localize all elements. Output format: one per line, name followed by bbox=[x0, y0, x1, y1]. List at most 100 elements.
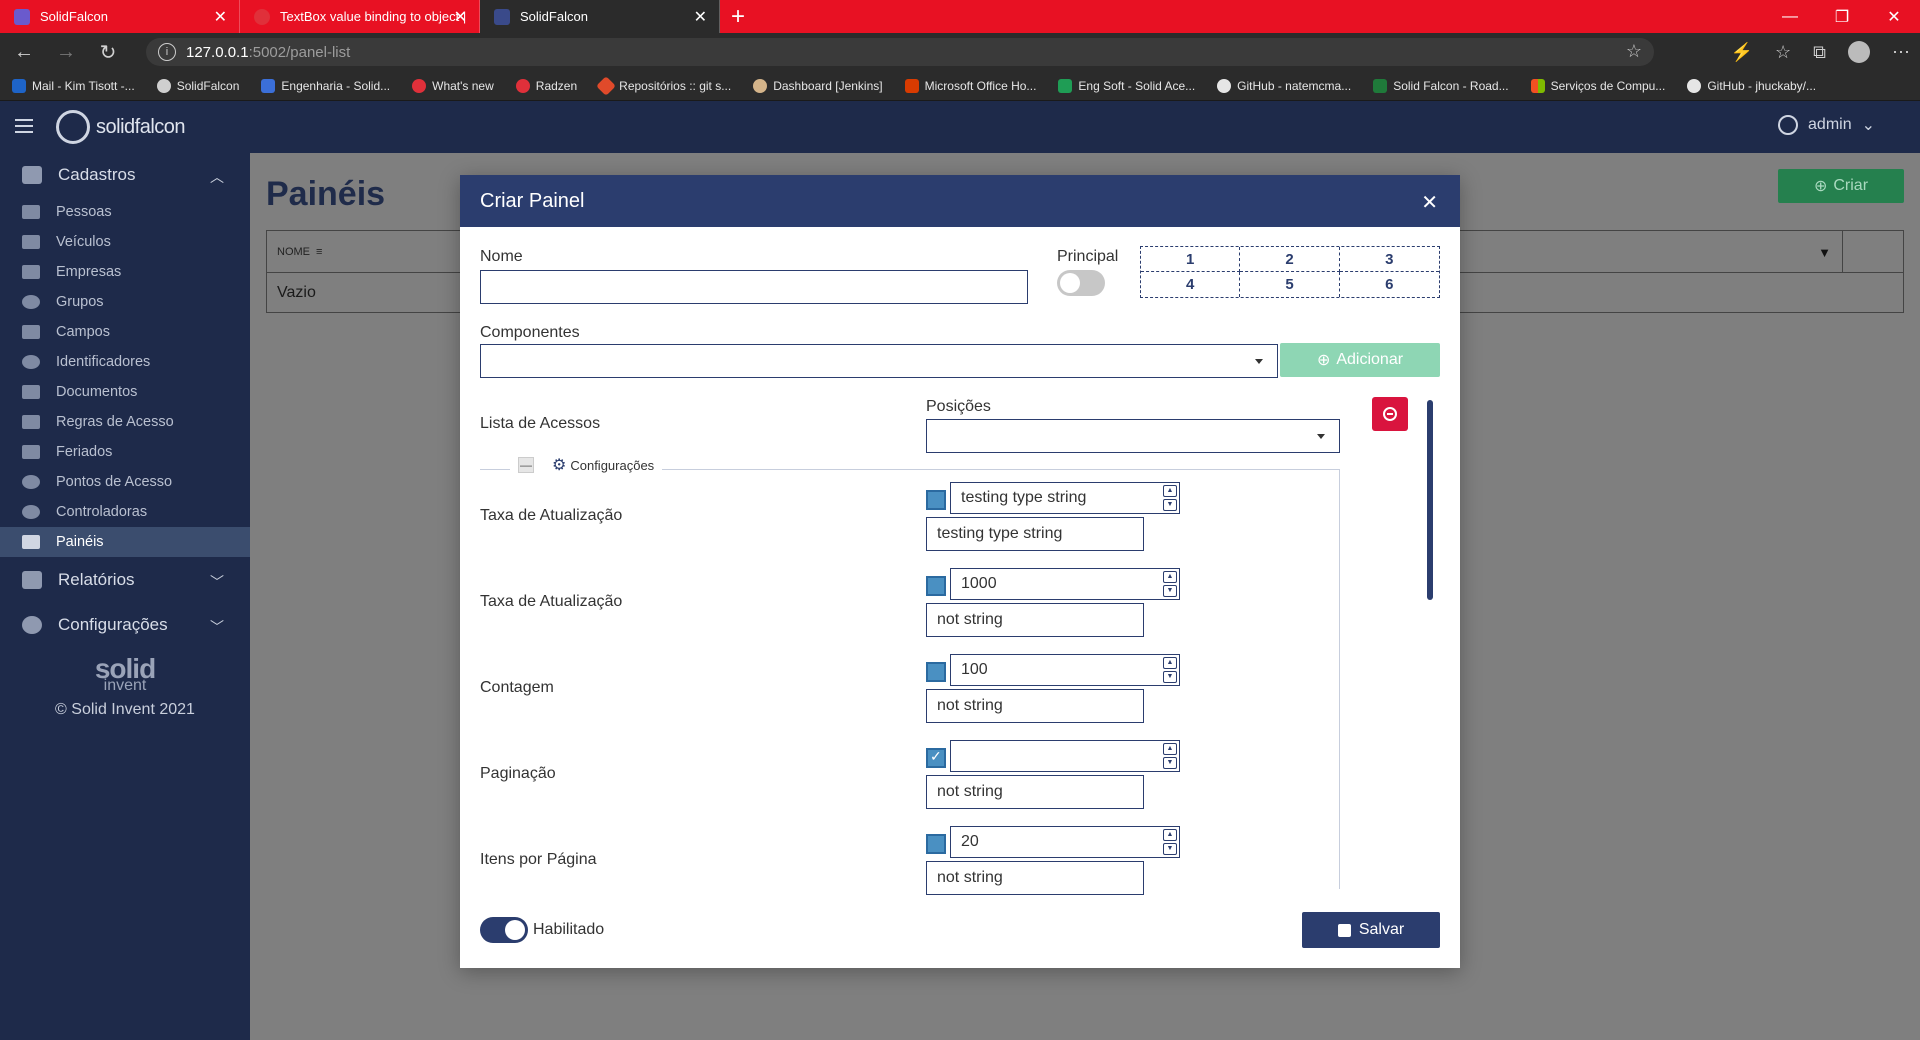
bookmark-item[interactable]: What's new bbox=[412, 78, 494, 93]
config-numeric-input[interactable]: ▲ ▼ bbox=[950, 740, 1180, 772]
config-text-input[interactable]: not string bbox=[926, 689, 1144, 723]
user-menu[interactable]: admin ⌄ bbox=[1778, 115, 1875, 135]
spin-down-icon[interactable]: ▼ bbox=[1163, 671, 1177, 683]
spinner-arrows[interactable]: ▲ ▼ bbox=[1163, 829, 1177, 855]
config-checkbox-checked[interactable] bbox=[926, 748, 946, 768]
config-text-input[interactable]: not string bbox=[926, 775, 1144, 809]
column-header-nome[interactable]: NOME bbox=[277, 246, 310, 258]
spin-up-icon[interactable]: ▲ bbox=[1163, 485, 1177, 497]
config-numeric-input[interactable]: 1000 ▲ ▼ bbox=[950, 568, 1180, 600]
bookmark-item[interactable]: Radzen bbox=[515, 78, 577, 93]
bookmark-item[interactable]: Serviços de Compu... bbox=[1530, 78, 1665, 93]
config-checkbox[interactable] bbox=[926, 576, 946, 596]
sidebar-item-empresas[interactable]: Empresas bbox=[0, 257, 250, 287]
collections-icon[interactable]: ⧉ bbox=[1813, 42, 1826, 63]
browser-tab-active[interactable]: SolidFalcon ✕ bbox=[480, 0, 720, 33]
spinner-arrows[interactable]: ▲ ▼ bbox=[1163, 657, 1177, 683]
bookmark-item[interactable]: Solid Falcon - Road... bbox=[1373, 78, 1509, 93]
sidebar-item-paineis[interactable]: Painéis bbox=[0, 527, 250, 557]
habilitado-toggle[interactable] bbox=[480, 917, 528, 943]
sidebar-item-pontos-de-acesso[interactable]: Pontos de Acesso bbox=[0, 467, 250, 497]
remove-button[interactable] bbox=[1372, 397, 1408, 431]
posicoes-dropdown[interactable] bbox=[926, 419, 1340, 453]
config-numeric-input[interactable]: testing type string ▲ ▼ bbox=[950, 482, 1180, 514]
forward-icon[interactable]: → bbox=[48, 33, 84, 71]
bookmark-item[interactable]: Eng Soft - Solid Ace... bbox=[1058, 78, 1195, 93]
nome-field[interactable] bbox=[480, 270, 1028, 304]
spin-down-icon[interactable]: ▼ bbox=[1163, 757, 1177, 769]
spin-up-icon[interactable]: ▲ bbox=[1163, 571, 1177, 583]
extension-icon[interactable]: ⚡ bbox=[1731, 42, 1753, 63]
spin-down-icon[interactable]: ▼ bbox=[1163, 843, 1177, 855]
add-component-button[interactable]: ⊕ Adicionar bbox=[1280, 343, 1440, 377]
browser-tab[interactable]: SolidFalcon ✕ bbox=[0, 0, 240, 33]
sidebar-item-campos[interactable]: Campos bbox=[0, 317, 250, 347]
spinner-arrows[interactable]: ▲ ▼ bbox=[1163, 485, 1177, 511]
menu-toggle-icon[interactable] bbox=[15, 119, 33, 133]
componentes-dropdown[interactable] bbox=[480, 344, 1278, 378]
tab-close-icon[interactable]: ✕ bbox=[214, 7, 227, 27]
tab-close-icon[interactable]: ✕ bbox=[694, 7, 707, 27]
sidebar-item-identificadores[interactable]: Identificadores bbox=[0, 347, 250, 377]
back-icon[interactable]: ← bbox=[6, 33, 42, 71]
sidebar-group-cadastros[interactable]: Cadastros ︿ bbox=[0, 155, 250, 195]
reload-icon[interactable]: ↻ bbox=[90, 33, 126, 71]
sidebar-item-documentos[interactable]: Documentos bbox=[0, 377, 250, 407]
favorites-icon[interactable]: ☆ bbox=[1775, 42, 1791, 63]
restore-icon[interactable]: ❐ bbox=[1816, 0, 1868, 33]
spin-up-icon[interactable]: ▲ bbox=[1163, 743, 1177, 755]
bookmark-item[interactable]: Dashboard [Jenkins] bbox=[753, 78, 883, 93]
spin-up-icon[interactable]: ▲ bbox=[1163, 657, 1177, 669]
position-cell[interactable]: 3 bbox=[1339, 247, 1439, 272]
sidebar-item-regras-de-acesso[interactable]: Regras de Acesso bbox=[0, 407, 250, 437]
config-checkbox[interactable] bbox=[926, 490, 946, 510]
close-window-icon[interactable]: ✕ bbox=[1868, 0, 1920, 33]
config-text-input[interactable]: not string bbox=[926, 861, 1144, 895]
bookmark-item[interactable]: GitHub - natemcma... bbox=[1217, 78, 1351, 93]
principal-toggle[interactable] bbox=[1057, 270, 1105, 296]
spinner-arrows[interactable]: ▲ ▼ bbox=[1163, 571, 1177, 597]
filter-icon[interactable]: ▼ bbox=[1818, 245, 1831, 260]
create-button[interactable]: ⊕ Criar bbox=[1778, 169, 1904, 203]
sidebar-group-configuracoes[interactable]: Configurações ﹀ bbox=[0, 605, 250, 645]
save-button[interactable]: Salvar bbox=[1302, 912, 1440, 948]
bookmark-item[interactable]: Engenharia - Solid... bbox=[261, 78, 390, 93]
collapse-icon[interactable]: — bbox=[518, 457, 534, 473]
config-text-input[interactable]: testing type string bbox=[926, 517, 1144, 551]
new-tab-button[interactable]: + bbox=[720, 0, 756, 33]
config-text-input[interactable]: not string bbox=[926, 603, 1144, 637]
info-icon[interactable]: i bbox=[158, 43, 176, 61]
sidebar-group-relatorios[interactable]: Relatórios ﹀ bbox=[0, 560, 250, 600]
spin-down-icon[interactable]: ▼ bbox=[1163, 499, 1177, 511]
bookmark-item[interactable]: Mail - Kim Tisott -... bbox=[12, 78, 135, 93]
sidebar-item-feriados[interactable]: Feriados bbox=[0, 437, 250, 467]
sidebar-item-veiculos[interactable]: Veículos bbox=[0, 227, 250, 257]
bookmark-item[interactable]: Microsoft Office Ho... bbox=[904, 78, 1036, 93]
url-field[interactable]: i 127.0.0.1:5002/panel-list ☆ bbox=[146, 38, 1654, 66]
spin-down-icon[interactable]: ▼ bbox=[1163, 585, 1177, 597]
more-menu-icon[interactable]: ⋯ bbox=[1892, 42, 1910, 63]
config-checkbox[interactable] bbox=[926, 834, 946, 854]
config-numeric-input[interactable]: 100 ▲ ▼ bbox=[950, 654, 1180, 686]
position-cell[interactable]: 6 bbox=[1340, 272, 1439, 297]
sidebar-item-grupos[interactable]: Grupos bbox=[0, 287, 250, 317]
spin-up-icon[interactable]: ▲ bbox=[1163, 829, 1177, 841]
add-favorite-icon[interactable]: ☆ bbox=[1626, 41, 1642, 62]
position-cell[interactable]: 5 bbox=[1240, 272, 1340, 297]
config-checkbox[interactable] bbox=[926, 662, 946, 682]
position-cell[interactable]: 1 bbox=[1141, 247, 1241, 272]
position-cell[interactable]: 4 bbox=[1141, 272, 1241, 297]
position-cell[interactable]: 2 bbox=[1240, 247, 1340, 272]
browser-tab[interactable]: TextBox value binding to object | ✕ bbox=[240, 0, 480, 33]
sidebar-item-controladoras[interactable]: Controladoras bbox=[0, 497, 250, 527]
sidebar-item-pessoas[interactable]: Pessoas bbox=[0, 197, 250, 227]
bookmark-item[interactable]: GitHub - jhuckaby/... bbox=[1687, 78, 1816, 93]
scrollbar[interactable] bbox=[1427, 400, 1433, 600]
profile-avatar-icon[interactable] bbox=[1848, 41, 1870, 63]
tab-close-icon[interactable]: ✕ bbox=[454, 7, 467, 27]
bookmark-item[interactable]: Repositórios :: git s... bbox=[596, 75, 731, 96]
config-numeric-input[interactable]: 20 ▲ ▼ bbox=[950, 826, 1180, 858]
close-icon[interactable]: ✕ bbox=[1421, 190, 1438, 215]
app-logo[interactable]: solidfalcon bbox=[56, 110, 186, 144]
bookmark-item[interactable]: SolidFalcon bbox=[156, 78, 239, 93]
